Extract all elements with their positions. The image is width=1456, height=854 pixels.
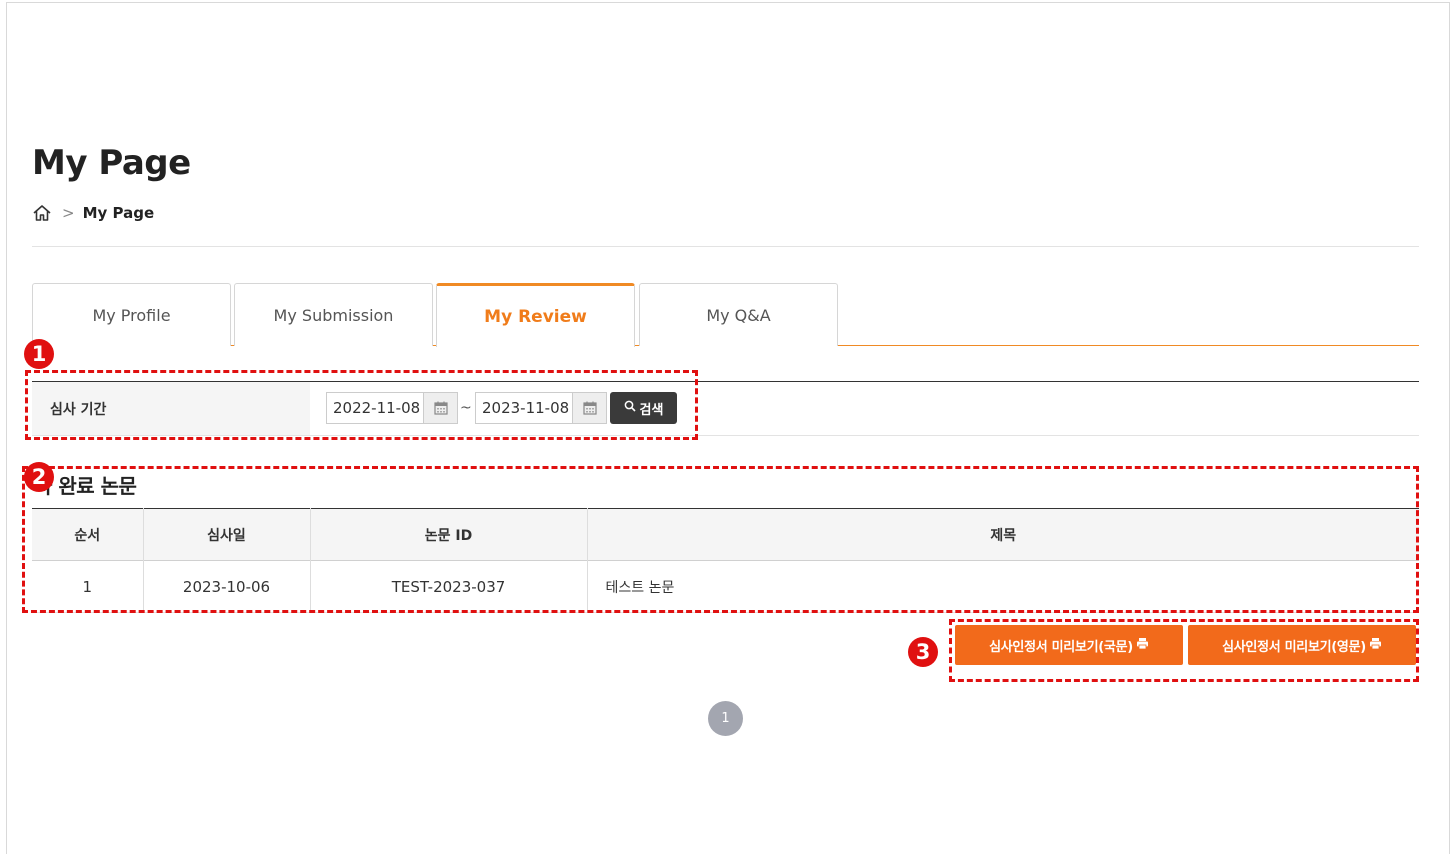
tab-my-qa[interactable]: My Q&A bbox=[639, 283, 838, 346]
annotation-box-1 bbox=[25, 370, 698, 440]
tab-my-submission[interactable]: My Submission bbox=[234, 283, 433, 346]
annotation-badge-1: 1 bbox=[24, 339, 54, 369]
breadcrumb: > My Page bbox=[32, 203, 154, 223]
tab-bar: My Profile My Submission My Review My Q&… bbox=[32, 283, 1419, 347]
annotation-badge-2: 2 bbox=[24, 462, 54, 492]
tab-my-review[interactable]: My Review bbox=[436, 283, 635, 347]
breadcrumb-current[interactable]: My Page bbox=[83, 204, 155, 222]
divider bbox=[32, 246, 1419, 247]
breadcrumb-separator-icon: > bbox=[62, 204, 75, 222]
page-title: My Page bbox=[32, 143, 191, 183]
tab-my-profile[interactable]: My Profile bbox=[32, 283, 231, 346]
annotation-badge-3: 3 bbox=[908, 637, 938, 667]
annotation-box-2 bbox=[22, 466, 1419, 613]
home-icon[interactable] bbox=[32, 203, 52, 223]
pagination-page[interactable]: 1 bbox=[708, 701, 743, 736]
annotation-box-3 bbox=[949, 619, 1419, 682]
